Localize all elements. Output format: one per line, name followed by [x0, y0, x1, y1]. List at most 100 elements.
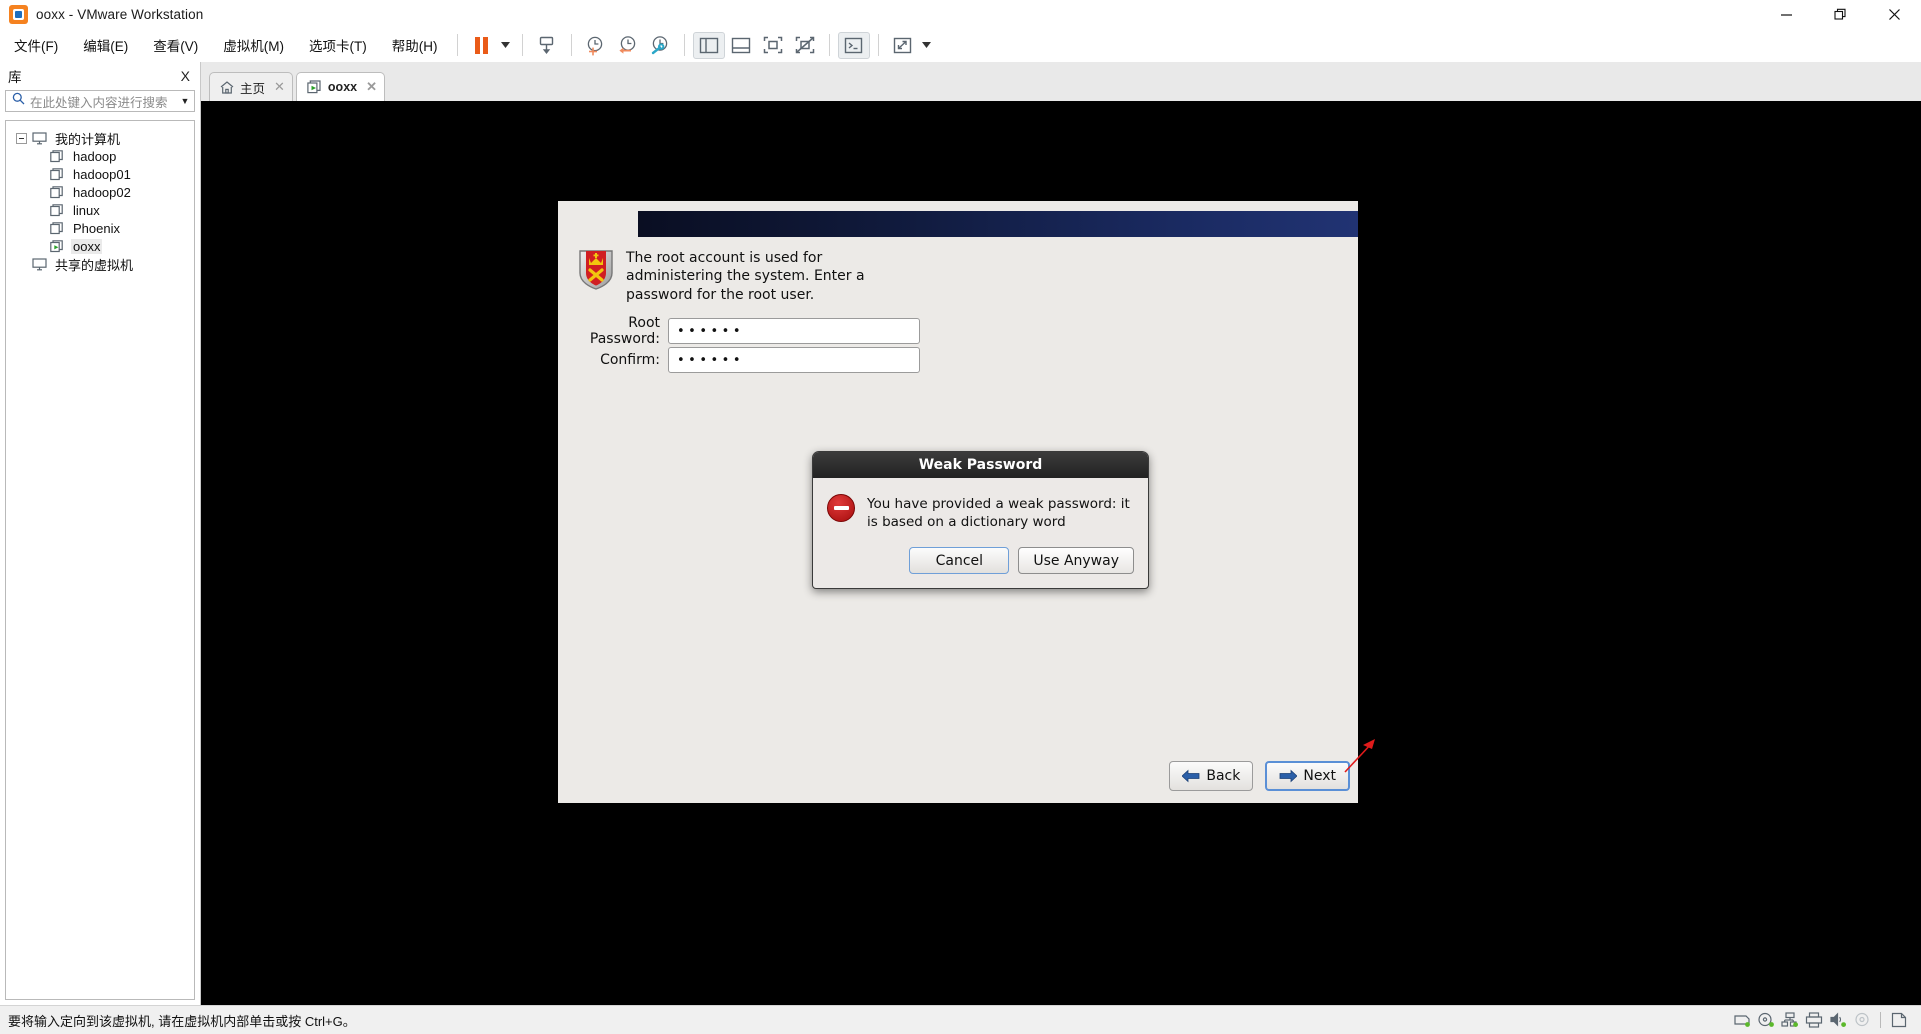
main-body: 库 X 在此处键入内容进行搜索 ▼ 我的计算机 hadoop hadoop01 … [0, 62, 1921, 1005]
vm-icon [50, 149, 66, 163]
confirm-password-label: Confirm: [600, 352, 660, 368]
menu-tabs[interactable]: 选项卡(T) [298, 31, 378, 59]
tab-ooxx[interactable]: ooxx ✕ [295, 72, 386, 101]
tree-item-ooxx[interactable]: ooxx [6, 237, 194, 255]
search-icon [12, 92, 25, 110]
vm-pane: 主页 ✕ ooxx ✕ The root account is used for… [201, 62, 1921, 1005]
confirm-password-input[interactable]: •••••• [668, 347, 920, 373]
title-bar: ooxx - VMware Workstation [0, 0, 1921, 29]
show-library-icon[interactable] [692, 31, 725, 59]
tree-item-hadoop01[interactable]: hadoop01 [6, 165, 194, 183]
vm-icon [50, 221, 66, 235]
library-search-box[interactable]: 在此处键入内容进行搜索 ▼ [5, 90, 195, 112]
menu-view-label: 查看(V) [153, 39, 199, 54]
manage-snapshots-icon[interactable] [644, 32, 676, 59]
collapse-toggle-icon[interactable] [16, 132, 27, 144]
tree-item-shared-vms[interactable]: 共享的虚拟机 [6, 255, 194, 273]
hide-console-view-icon[interactable] [789, 32, 821, 59]
next-button-label: Next [1303, 768, 1336, 784]
tree-item-phoenix[interactable]: Phoenix [6, 219, 194, 237]
status-separator [1880, 1012, 1881, 1028]
close-icon[interactable] [1867, 0, 1921, 29]
tab-home[interactable]: 主页 ✕ [209, 72, 293, 101]
my-computer-icon [32, 131, 48, 145]
power-dropdown-caret[interactable] [498, 32, 514, 59]
show-console-view-icon[interactable] [757, 32, 789, 59]
cd-dvd-icon[interactable] [1754, 1009, 1778, 1031]
network-adapter-icon[interactable] [1778, 1009, 1802, 1031]
installer-banner [638, 211, 1358, 237]
take-snapshot-icon[interactable] [580, 32, 612, 59]
sound-card-icon[interactable] [1826, 1009, 1850, 1031]
vm-icon [50, 167, 66, 181]
next-button[interactable]: Next [1265, 761, 1350, 791]
vm-icon [50, 203, 66, 217]
menu-vm[interactable]: 虚拟机(M) [212, 31, 295, 59]
close-icon[interactable]: ✕ [274, 79, 285, 95]
vm-running-icon [307, 80, 322, 94]
anaconda-root-password-page: The root account is used for administeri… [558, 201, 1358, 803]
restore-icon[interactable] [1813, 0, 1867, 29]
usb-icon[interactable] [1850, 1009, 1874, 1031]
library-title: 库 [8, 70, 22, 85]
window-title: ooxx - VMware Workstation [36, 7, 204, 22]
close-icon[interactable]: ✕ [366, 79, 377, 95]
tree-item-label: hadoop01 [73, 166, 131, 182]
back-button-label: Back [1206, 768, 1241, 784]
toolbar-separator-2 [521, 34, 523, 56]
tree-item-my-computer[interactable]: 我的计算机 [6, 129, 194, 147]
root-password-label: Root Password: [589, 315, 660, 347]
shared-vms-icon [32, 257, 48, 271]
menu-view[interactable]: 查看(V) [142, 31, 209, 59]
toolbar-separator-6 [877, 34, 879, 56]
library-header: 库 X [0, 62, 200, 90]
display-icon[interactable] [1887, 1009, 1911, 1031]
tree-item-linux[interactable]: linux [6, 201, 194, 219]
menu-toolbar: 文件(F) 编辑(E) 查看(V) 虚拟机(M) 选项卡(T) 帮助(H) [0, 29, 1921, 62]
vmware-workstation-window: ooxx - VMware Workstation 文件(F) 编辑(E) 查看… [0, 0, 1921, 1034]
menu-tabs-label: 选项卡(T) [309, 39, 367, 54]
error-icon [827, 494, 855, 522]
hard-disk-icon[interactable] [1730, 1009, 1754, 1031]
tree-item-hadoop[interactable]: hadoop [6, 147, 194, 165]
library-panel: 库 X 在此处键入内容进行搜索 ▼ 我的计算机 hadoop hadoop01 … [0, 62, 201, 1005]
tree-item-label: Phoenix [73, 220, 120, 236]
menu-edit-label: 编辑(E) [83, 39, 129, 54]
use-anyway-button[interactable]: Use Anyway [1018, 547, 1134, 575]
menu-help[interactable]: 帮助(H) [381, 31, 449, 59]
tree-item-hadoop02[interactable]: hadoop02 [6, 183, 194, 201]
revert-snapshot-icon[interactable] [612, 32, 644, 59]
status-message: 要将输入定向到该虚拟机, 请在虚拟机内部单击或按 Ctrl+G。 [8, 1013, 356, 1029]
status-bar: 要将输入定向到该虚拟机, 请在虚拟机内部单击或按 Ctrl+G。 [0, 1005, 1921, 1034]
menu-file[interactable]: 文件(F) [3, 31, 69, 59]
installer-note: The root account is used for administeri… [578, 249, 918, 304]
library-close-icon[interactable]: X [177, 68, 194, 84]
full-screen-caret[interactable] [919, 32, 935, 59]
back-button[interactable]: Back [1169, 761, 1254, 791]
weak-password-dialog: Weak Password You have provided a weak p… [812, 451, 1149, 590]
installer-note-text: The root account is used for administeri… [626, 250, 865, 303]
full-screen-icon[interactable] [887, 32, 919, 59]
library-search-placeholder: 在此处键入内容进行搜索 [30, 95, 168, 110]
toolbar-separator-3 [570, 34, 572, 56]
suspend-icon[interactable] [466, 32, 498, 59]
toolbar-separator-5 [828, 34, 830, 56]
menu-edit[interactable]: 编辑(E) [72, 31, 139, 59]
dialog-body: You have provided a weak password: it is… [813, 478, 1148, 531]
chevron-down-icon[interactable]: ▼ [176, 96, 194, 106]
root-password-input[interactable]: •••••• [668, 318, 920, 344]
tree-item-label: hadoop02 [73, 184, 131, 200]
show-thumbnail-bar-icon[interactable] [725, 32, 757, 59]
cancel-button[interactable]: Cancel [909, 547, 1010, 575]
unity-mode-icon[interactable] [837, 31, 870, 59]
minimize-icon[interactable] [1759, 0, 1813, 29]
menu-help-label: 帮助(H) [391, 39, 438, 54]
vm-console-screen[interactable]: The root account is used for administeri… [201, 101, 1921, 1005]
confirm-password-row: Confirm: •••••• [560, 347, 920, 373]
menu-file-label: 文件(F) [14, 39, 59, 54]
root-shield-icon [579, 250, 613, 290]
tab-home-label: 主页 [240, 81, 266, 96]
printer-icon[interactable] [1802, 1009, 1826, 1031]
dialog-message: You have provided a weak password: it is… [867, 496, 1130, 531]
send-ctrl-alt-del-icon[interactable] [531, 32, 563, 59]
